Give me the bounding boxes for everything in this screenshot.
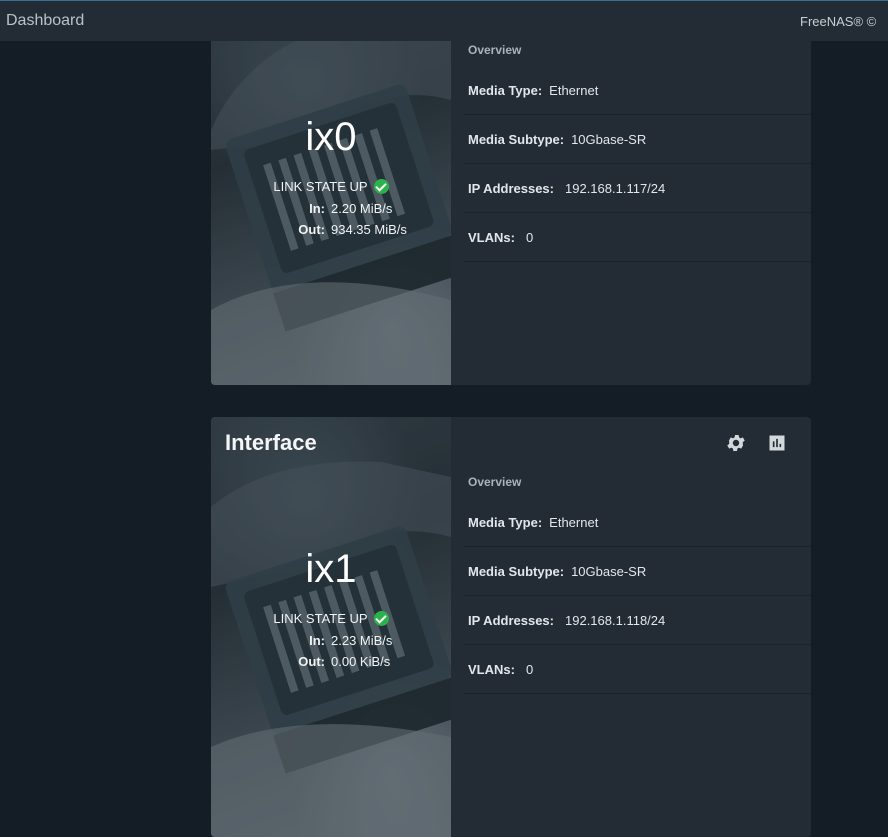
- ip-addresses-label: IP Addresses:: [468, 180, 554, 196]
- ip-addresses-row: IP Addresses: 192.168.1.118/24: [463, 596, 811, 645]
- out-label: Out:: [298, 222, 325, 237]
- ip-addresses-value: 192.168.1.118/24: [565, 612, 666, 628]
- interface-details: Overview Media Type: Ethernet Media Subt…: [451, 417, 811, 837]
- media-type-row: Media Type: Ethernet: [463, 498, 811, 547]
- media-subtype-label: Media Subtype:: [468, 563, 565, 579]
- vlans-value: 0: [525, 661, 534, 677]
- traffic-stats: In: 2.23 MiB/s Out: 0.00 KiB/s: [211, 630, 451, 672]
- media-subtype-label: Media Subtype:: [468, 131, 565, 147]
- page-title: Dashboard: [6, 12, 85, 29]
- media-subtype-value: 10Gbase-SR: [571, 131, 647, 147]
- gear-icon: [727, 435, 745, 451]
- interface-card-ix0: ix0 LINK STATE UP In: 2.20 MiB/s Out: 934.…: [211, 10, 811, 385]
- overview-heading: Overview: [468, 43, 522, 57]
- media-type-label: Media Type:: [468, 514, 543, 530]
- ip-addresses-label: IP Addresses:: [468, 612, 554, 628]
- media-type-row: Media Type: Ethernet: [463, 66, 811, 115]
- interface-details: Overview Media Type: Ethernet Media Subt…: [451, 10, 811, 385]
- reports-button[interactable]: [765, 431, 789, 455]
- in-label: In:: [309, 633, 325, 648]
- link-state: LINK STATE UP: [211, 179, 451, 194]
- out-label: Out:: [298, 654, 325, 669]
- media-type-value: Ethernet: [549, 514, 599, 530]
- media-subtype-value: 10Gbase-SR: [571, 563, 647, 579]
- interface-name: ix1: [305, 547, 357, 591]
- ip-addresses-value: 192.168.1.117/24: [565, 180, 666, 196]
- media-type-value: Ethernet: [549, 82, 599, 98]
- media-subtype-row: Media Subtype: 10Gbase-SR: [463, 115, 811, 164]
- interface-name: ix0: [305, 115, 357, 159]
- out-value: 0.00 KiB/s: [331, 654, 391, 669]
- in-value: 2.20 MiB/s: [331, 201, 393, 216]
- in-label: In:: [309, 201, 325, 216]
- top-toolbar: Dashboard FreeNAS® ©: [0, 0, 888, 41]
- media-type-label: Media Type:: [468, 82, 543, 98]
- link-state-label: LINK STATE UP: [273, 611, 368, 626]
- interface-card-ix1: Interface ix1 LINK STATE UP In: 2.23 MiB/…: [211, 417, 811, 837]
- vlans-row: VLANs: 0: [463, 213, 811, 262]
- check-circle-icon: [373, 179, 389, 194]
- out-value: 934.35 MiB/s: [331, 222, 407, 237]
- settings-button[interactable]: [724, 431, 748, 455]
- vlans-row: VLANs: 0: [463, 645, 811, 694]
- media-subtype-row: Media Subtype: 10Gbase-SR: [463, 547, 811, 596]
- traffic-stats: In: 2.20 MiB/s Out: 934.35 MiB/s: [211, 198, 451, 240]
- bar-chart-icon: [769, 435, 785, 451]
- link-state-label: LINK STATE UP: [273, 179, 368, 194]
- vlans-value: 0: [525, 229, 534, 245]
- card-media-image: ix0 LINK STATE UP In: 2.20 MiB/s Out: 934.…: [211, 10, 451, 385]
- check-circle-icon: [373, 611, 389, 626]
- vlans-label: VLANs:: [468, 661, 515, 677]
- ip-addresses-row: IP Addresses: 192.168.1.117/24: [463, 164, 811, 213]
- link-state: LINK STATE UP: [211, 611, 451, 626]
- card-actions: [724, 431, 789, 455]
- vlans-label: VLANs:: [468, 229, 515, 245]
- brand-label: FreeNAS® ©: [800, 13, 877, 29]
- in-value: 2.23 MiB/s: [331, 633, 393, 648]
- overview-heading: Overview: [468, 475, 522, 489]
- card-media-image: Interface ix1 LINK STATE UP In: 2.23 MiB/…: [211, 417, 451, 837]
- card-title: Interface: [225, 430, 317, 455]
